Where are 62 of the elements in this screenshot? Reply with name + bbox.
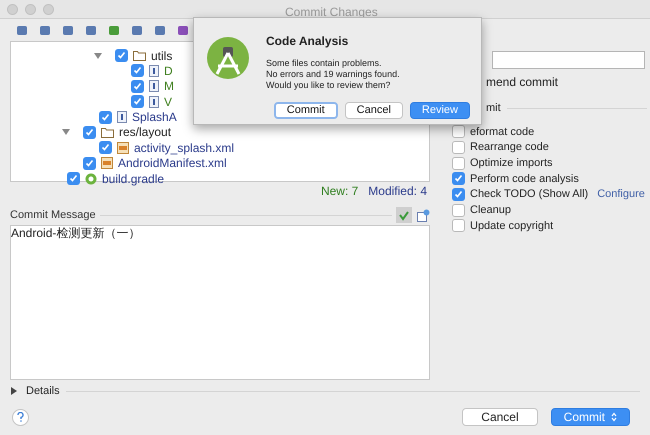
- dialog-button[interactable]: Cancel: [344, 102, 403, 119]
- folder-icon: [101, 126, 114, 138]
- tree-item-label[interactable]: D: [164, 62, 173, 80]
- tree-item-label[interactable]: utils: [151, 46, 172, 64]
- commit-message-field[interactable]: Android-检测更新（一）: [10, 225, 430, 380]
- checkbox[interactable]: [452, 172, 465, 186]
- option-label[interactable]: eformat code: [470, 124, 534, 140]
- checkbox[interactable]: [99, 110, 112, 124]
- checkbox[interactable]: [452, 141, 465, 154]
- checkbox[interactable]: [83, 156, 96, 170]
- commit-message-label: Commit Message: [10, 208, 96, 223]
- dialog-button[interactable]: Commit: [274, 102, 338, 119]
- checkbox[interactable]: [131, 95, 144, 108]
- option-label[interactable]: Update copyright: [470, 218, 554, 234]
- file-icon: [149, 96, 159, 108]
- window-title: Commit Changes: [285, 4, 378, 21]
- author-field[interactable]: [492, 51, 645, 69]
- modified-count: Modified: 4: [368, 184, 427, 198]
- checkbox[interactable]: [452, 219, 465, 232]
- option-label[interactable]: Optimize imports: [470, 154, 553, 172]
- details-label[interactable]: Details: [26, 382, 60, 400]
- section-title: mit: [486, 100, 501, 116]
- option-label[interactable]: Rearrange code: [470, 139, 549, 156]
- expand-arrow-icon[interactable]: [94, 52, 102, 60]
- checkbox[interactable]: [83, 126, 96, 139]
- xml-file-icon: [101, 157, 113, 170]
- history-icon[interactable]: [417, 208, 430, 222]
- option-label[interactable]: Perform code analysis: [470, 170, 579, 188]
- help-icon: [17, 412, 24, 422]
- expand-arrow-icon[interactable]: [62, 128, 70, 136]
- folder-icon: [133, 50, 146, 61]
- xml-file-icon: [117, 142, 129, 154]
- file-icon: [117, 111, 127, 124]
- option-label[interactable]: Cleanup: [470, 202, 511, 219]
- spellcheck-icon[interactable]: [396, 207, 412, 223]
- checkbox[interactable]: [115, 49, 128, 62]
- tree-item-label[interactable]: AndroidManifest.xml: [118, 154, 227, 172]
- configure-link[interactable]: Configure: [597, 186, 645, 203]
- dialog-message: Some files contain problems. No errors and 19 warnings found. Would you like to review them?: [266, 58, 401, 91]
- help-button[interactable]: [12, 408, 29, 426]
- checkbox[interactable]: [67, 172, 80, 186]
- checkbox[interactable]: [99, 141, 112, 154]
- tree-item-label[interactable]: build.gradle: [102, 170, 164, 188]
- checkbox[interactable]: [452, 188, 465, 202]
- cancel-button[interactable]: Cancel: [462, 408, 538, 426]
- tree-item-label[interactable]: M: [164, 77, 174, 96]
- new-count: New: 7: [320, 184, 358, 198]
- option-label[interactable]: Check TODO (Show All): [470, 186, 588, 203]
- tree-item-label[interactable]: activity_splash.xml: [134, 138, 234, 157]
- checkbox[interactable]: [131, 80, 144, 93]
- checkbox[interactable]: [452, 125, 465, 138]
- checkbox[interactable]: [452, 204, 465, 217]
- checkbox[interactable]: [131, 64, 144, 78]
- tree-item-label[interactable]: V: [164, 92, 172, 111]
- checkbox[interactable]: [452, 156, 465, 170]
- stepper-icon: [611, 412, 617, 422]
- collapse-arrow-icon[interactable]: [10, 387, 18, 395]
- file-icon: [149, 80, 159, 92]
- file-icon: [149, 64, 159, 77]
- android-studio-logo: [206, 36, 250, 80]
- amend-commit-label[interactable]: mend commit: [486, 73, 647, 91]
- dialog-title: Code Analysis: [266, 33, 350, 50]
